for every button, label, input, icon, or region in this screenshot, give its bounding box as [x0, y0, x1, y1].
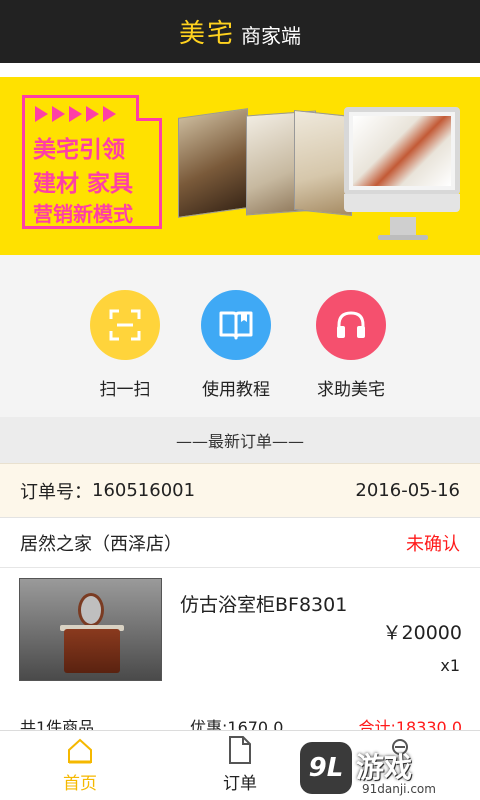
order-number-label: 订单号： — [20, 481, 92, 503]
order-date: 2016-05-16 — [355, 480, 460, 501]
tutorial-label: 使用教程 — [202, 380, 270, 400]
app-header: 美宅 商家端 — [0, 0, 480, 63]
brand-subtitle: 商家端 — [241, 24, 301, 48]
monitor-stand — [390, 217, 416, 237]
redaction-mask — [195, 479, 246, 502]
watermark-url: 91danji.com — [362, 782, 436, 796]
quick-actions: 扫一扫 使用教程 求助美宅 — [0, 255, 480, 417]
poster-line-1: 美宅引领 — [33, 137, 125, 163]
help-label: 求助美宅 — [317, 380, 385, 400]
monitor-stand-base — [378, 235, 428, 240]
brochure-page-image — [178, 108, 248, 218]
product-name: 仿古浴室柜BF8301 — [180, 594, 348, 616]
book-icon — [201, 290, 271, 360]
poster-arrow-icons — [35, 106, 116, 122]
shop-name: 居然之家（西泽店） — [20, 533, 182, 555]
order-shop-row[interactable]: 居然之家（西泽店） 未确认 — [0, 518, 480, 568]
scan-icon — [90, 290, 160, 360]
tab-orders-label: 订单 — [223, 774, 257, 794]
scan-label: 扫一扫 — [99, 380, 151, 400]
poster-fold-corner — [136, 95, 162, 121]
poster-line-3: 营销新模式 — [33, 202, 133, 226]
promo-banner[interactable]: 美宅引领 建材 家具 营销新模式 — [0, 77, 480, 255]
order-number-value: 160516001 — [92, 480, 196, 501]
order-header[interactable]: 订单号： 160516001 2016-05-16 — [0, 463, 480, 518]
site-watermark: 9L 游戏 91danji.com — [300, 740, 480, 800]
scan-button[interactable]: 扫一扫 — [70, 290, 180, 400]
watermark-logo: 9L — [300, 742, 352, 794]
brand-title: 美宅 — [178, 19, 235, 49]
headset-icon — [316, 290, 386, 360]
header-gap — [0, 63, 480, 77]
product-thumbnail — [19, 578, 162, 681]
tab-home[interactable]: 首页 — [20, 731, 140, 800]
document-icon — [180, 731, 300, 765]
tutorial-button[interactable]: 使用教程 — [181, 290, 291, 400]
order-number: 订单号： 160516001 — [20, 478, 246, 504]
product-item[interactable]: 仿古浴室柜BF8301 ￥20000 x1 — [0, 568, 480, 698]
tab-orders[interactable]: 订单 — [180, 731, 300, 800]
home-icon — [20, 731, 140, 765]
banner-poster: 美宅引领 建材 家具 营销新模式 — [22, 95, 162, 229]
product-quantity: x1 — [440, 656, 460, 675]
product-price: ￥20000 — [382, 622, 462, 644]
watermark-title: 游戏 — [356, 751, 413, 784]
latest-orders-heading: ——最新订单—— — [0, 417, 480, 463]
poster-line-2: 建材 家具 — [33, 171, 134, 197]
monitor-image — [344, 107, 460, 212]
help-button[interactable]: 求助美宅 — [296, 290, 406, 400]
status-badge: 未确认 — [406, 533, 460, 555]
tab-home-label: 首页 — [63, 774, 97, 794]
